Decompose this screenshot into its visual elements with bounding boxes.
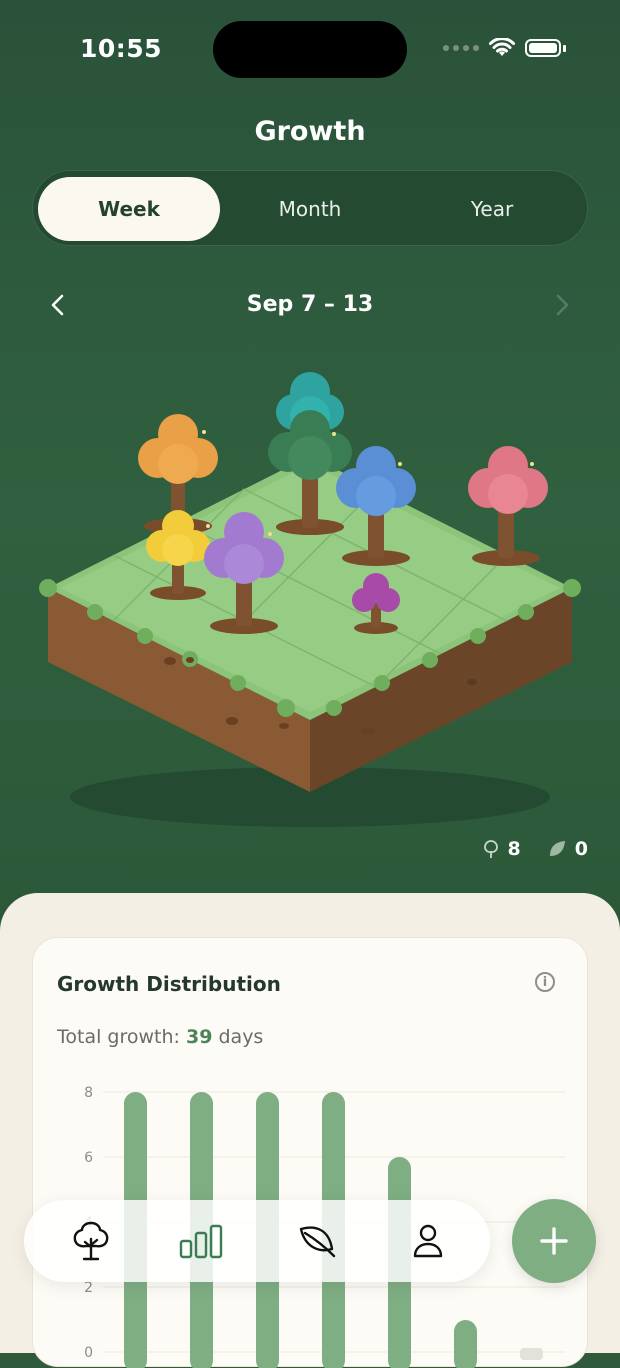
tab-year[interactable]: Year <box>401 177 583 241</box>
chevron-right-icon[interactable] <box>552 293 572 317</box>
signal-icon <box>443 45 479 51</box>
plus-icon <box>540 1227 568 1255</box>
tree-icon <box>73 1221 109 1261</box>
add-button[interactable] <box>512 1199 596 1283</box>
tab-bar <box>24 1200 490 1282</box>
period-selector: Week Month Year <box>32 170 588 246</box>
battery-icon <box>525 39 561 57</box>
tab-week[interactable]: Week <box>38 177 220 241</box>
forest-illustration <box>39 372 581 827</box>
tree-count: 8 <box>507 838 521 860</box>
leaf-counter: 0 <box>547 838 588 860</box>
bar-chart-icon <box>179 1224 223 1259</box>
card-title: Growth Distribution <box>57 972 281 996</box>
leaf-icon <box>299 1226 336 1258</box>
wifi-icon <box>489 38 515 56</box>
chart-bar-empty <box>520 1348 543 1360</box>
bottom-sheet: Growth Distribution i Total growth: 39 d… <box>0 893 620 1368</box>
tab-month[interactable]: Month <box>219 177 401 241</box>
tab-leaf[interactable] <box>294 1218 340 1264</box>
date-range-label: Sep 7 – 13 <box>246 292 374 317</box>
page-title: Growth <box>254 116 366 147</box>
tab-profile[interactable] <box>405 1218 451 1264</box>
tree-icon <box>483 840 498 858</box>
person-icon <box>413 1224 443 1258</box>
header-area: 10:55 Growth Week Month Year Sep 7 – 13 <box>0 0 620 930</box>
y-tick-label: 2 <box>84 1280 93 1296</box>
total-growth-prefix: Total growth: <box>57 1026 180 1048</box>
total-growth: Total growth: 39 days <box>57 1026 263 1048</box>
chart-bar <box>454 1320 477 1368</box>
y-tick-label: 0 <box>84 1345 93 1361</box>
tab-forest[interactable] <box>68 1218 114 1264</box>
date-range: Sep 7 – 13 <box>0 288 620 322</box>
y-tick-label: 6 <box>84 1150 93 1166</box>
battery-tip <box>563 44 566 52</box>
status-icons <box>443 38 566 58</box>
total-growth-value: 39 <box>185 1026 213 1048</box>
leaf-count: 0 <box>574 838 588 860</box>
dynamic-island <box>213 21 407 78</box>
tab-stats[interactable] <box>178 1218 224 1264</box>
growth-distribution-card: Growth Distribution i Total growth: 39 d… <box>32 937 588 1368</box>
y-tick-label: 8 <box>84 1085 93 1101</box>
info-icon[interactable]: i <box>535 972 555 992</box>
forest-counters: 8 0 <box>482 838 588 860</box>
status-time: 10:55 <box>80 34 163 63</box>
tree-counter: 8 <box>482 838 521 860</box>
leaf-icon <box>549 841 565 856</box>
total-growth-suffix: days <box>218 1026 264 1048</box>
